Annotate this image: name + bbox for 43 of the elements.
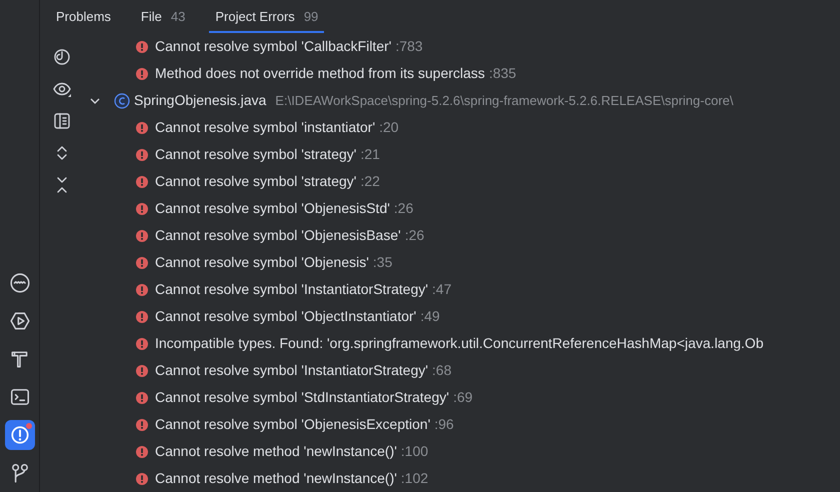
error-row[interactable]: Cannot resolve symbol 'ObjenesisStd' :26 (84, 195, 840, 222)
error-icon (136, 230, 148, 242)
error-icon (136, 392, 148, 404)
error-icon (136, 310, 148, 322)
error-row[interactable]: Cannot resolve symbol 'ObjenesisException' :96 (84, 411, 840, 438)
tab[interactable]: Problems (50, 0, 117, 33)
error-icon (136, 148, 148, 160)
error-icon (136, 472, 148, 484)
error-row[interactable]: Cannot resolve symbol 'strategy' :21 (84, 141, 840, 168)
play-icon (8, 310, 30, 332)
error-icon (136, 418, 148, 430)
error-row[interactable]: Incompatible types. Found: 'org.springframework.util.ConcurrentReferenceHashMap<java.lang.Ob (84, 330, 840, 357)
error-icon (136, 446, 148, 458)
error-row[interactable]: Cannot resolve symbol 'StdInstantiatorStrategy' :69 (84, 384, 840, 411)
terminal-icon (8, 386, 30, 408)
tab[interactable]: File 43 (134, 0, 192, 33)
error-icon (136, 338, 148, 350)
error-icon (136, 40, 148, 52)
error-icon (136, 202, 148, 214)
error-row[interactable]: Cannot resolve symbol 'ObjenesisBase' :26 (84, 222, 840, 249)
error-icon (136, 68, 148, 80)
error-row[interactable]: Cannot resolve symbol 'ObjectInstantiator' :49 (84, 303, 840, 330)
wave-icon (8, 272, 30, 294)
error-icon (136, 364, 148, 376)
tool-window-button[interactable] (4, 420, 34, 450)
error-icon (136, 284, 148, 296)
error-row[interactable]: Cannot resolve symbol 'Objenesis' :35 (84, 249, 840, 276)
class-icon (114, 92, 130, 108)
error-icon (136, 176, 148, 188)
error-row[interactable]: Cannot resolve symbol 'strategy' :22 (84, 168, 840, 195)
error-row[interactable]: Cannot resolve symbol 'instantiator' :20 (84, 114, 840, 141)
error-row[interactable]: Cannot resolve symbol 'InstantiatorStrategy' :47 (84, 276, 840, 303)
error-icon (136, 122, 148, 134)
panel-icon (52, 111, 72, 131)
error-icon (136, 256, 148, 268)
warning-icon (8, 424, 30, 446)
error-row[interactable]: Cannot resolve symbol 'InstantiatorStrategy' :68 (84, 357, 840, 384)
error-row[interactable]: Cannot resolve method 'newInstance()' :102 (84, 465, 840, 492)
error-row[interactable]: Cannot resolve symbol 'CallbackFilter' :783 (84, 33, 840, 60)
error-row[interactable]: Cannot resolve method 'newInstance()' :100 (84, 438, 840, 465)
tab[interactable]: Project Errors 99 (209, 0, 324, 33)
file-row[interactable]: SpringObjenesis.java E:\IDEAWorkSpace\spring-5.2.6\spring-framework-5.2.6.RELEASE\spring-core\ (84, 87, 840, 114)
error-row[interactable]: Method does not override method from its superclass :835 (84, 60, 840, 87)
